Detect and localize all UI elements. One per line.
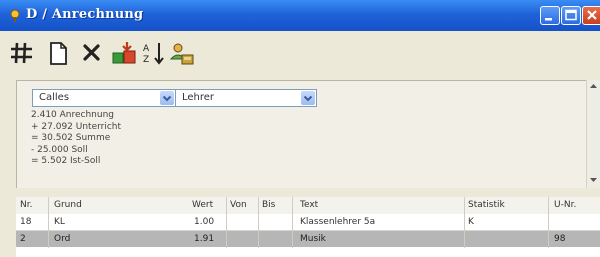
column-header-grund[interactable]: Grund [54,200,82,210]
svg-text:Z: Z [143,55,149,65]
minimize-button[interactable] [540,6,560,25]
calc-line-summe: = 30.502 Summe [31,133,111,143]
left-select-value: Calles [39,92,70,103]
delete-x-icon [83,44,100,61]
sort-button[interactable]: A Z [140,39,168,67]
table-header: Nr. Grund Wert Von Bis Text Statistik U-… [16,197,600,215]
column-header-text[interactable]: Text [300,200,318,210]
grid-icon [11,42,32,64]
column-header-von[interactable]: Von [230,200,247,210]
cell-grund: KL [54,217,65,227]
cell-grund: Ord [54,234,71,244]
table-row[interactable]: 18 KL 1.00 Klassenlehrer 5a K [16,214,600,231]
column-divider [292,197,293,248]
new-document-icon [50,42,67,65]
column-header-bis[interactable]: Bis [262,200,275,210]
cell-statistik: K [468,217,474,227]
anrechnung-table: Nr. Grund Wert Von Bis Text Statistik U-… [16,197,600,257]
chevron-down-icon[interactable] [160,91,174,105]
cell-wert: 1.00 [194,217,215,227]
column-divider [464,197,465,248]
right-select[interactable]: Lehrer [175,89,317,107]
toolbar: A Z [0,31,600,77]
import-icon [112,42,136,64]
column-header-statistik[interactable]: Statistik [468,200,505,210]
calc-line-ist-soll: = 5.502 Ist-Soll [31,156,101,166]
column-divider [48,197,49,248]
sort-icon: A Z [143,43,164,65]
column-divider [258,197,259,248]
column-header-nr[interactable]: Nr. [20,200,32,210]
title-bar[interactable]: D / Anrechnung [0,0,600,31]
maximize-button[interactable] [561,6,581,25]
people-icon [169,43,194,65]
calc-line-anrechnung: 2.410 Anrechnung [31,110,115,120]
calc-line-soll: - 25.000 Soll [31,144,88,155]
cell-u-nr: 98 [554,234,566,244]
new-button[interactable] [44,39,72,67]
import-button[interactable] [110,39,138,67]
window-title: D / Anrechnung [26,7,144,22]
cell-nr: 18 [20,217,32,227]
svg-text:A: A [143,44,150,54]
filter-panel: Calles Lehrer 2.410 Anrechnung + 27.092 … [16,80,600,188]
delete-button[interactable] [78,39,106,67]
people-button[interactable] [168,39,196,67]
column-divider [548,197,549,248]
grid-button[interactable] [8,39,36,67]
column-header-u-nr[interactable]: U-Nr. [554,200,576,210]
calc-line-unterricht: + 27.092 Unterricht [31,121,122,132]
cell-text: Musik [300,234,326,244]
maximize-icon [565,9,577,21]
anrechnung-window: D / Anrechnung A Z Calles Lehrer 2.410 A… [0,0,600,257]
cell-text: Klassenlehrer 5a [300,217,376,227]
column-header-wert[interactable]: Wert [192,200,213,210]
panel-scrollbar[interactable] [586,80,600,188]
close-button[interactable] [582,6,600,25]
minimize-icon [545,18,552,21]
left-select[interactable]: Calles [32,89,176,107]
chevron-down-icon[interactable] [301,91,315,105]
column-divider [226,197,227,248]
pin-icon [8,8,22,22]
right-select-value: Lehrer [182,92,215,103]
scrollbar-arrows-icon [590,84,597,182]
cell-nr: 2 [20,234,26,244]
calculation-summary: 2.410 Anrechnung + 27.092 Unterricht = 3… [31,110,121,168]
close-icon [587,10,597,20]
table-row-selected[interactable]: 2 Ord 1.91 Musik 98 [16,231,600,247]
cell-wert: 1.91 [194,234,215,244]
